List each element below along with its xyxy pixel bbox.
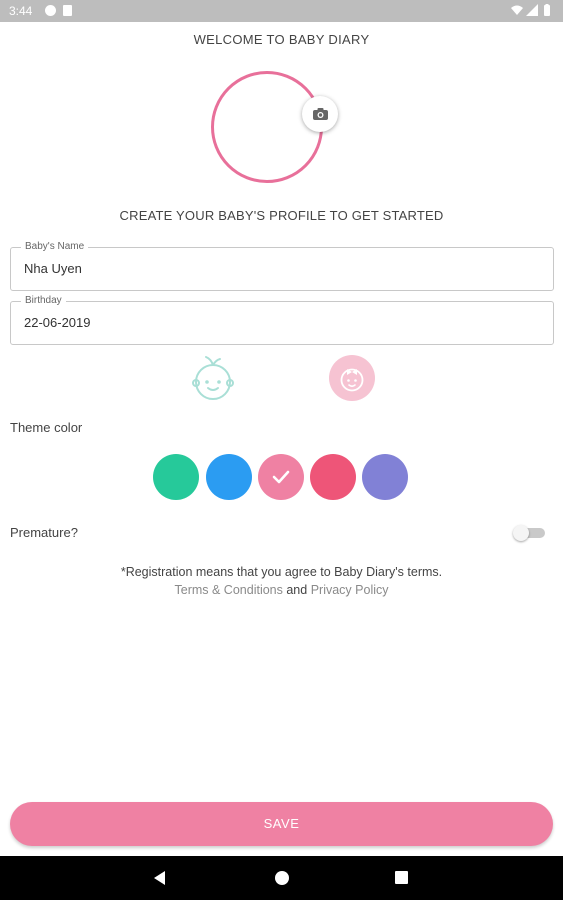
clipboard-icon bbox=[63, 5, 72, 16]
change-photo-button[interactable] bbox=[302, 96, 338, 132]
premature-label: Premature? bbox=[10, 525, 78, 540]
recent-apps-icon[interactable] bbox=[395, 871, 408, 884]
status-time: 3:44 bbox=[9, 4, 33, 18]
toggle-thumb bbox=[513, 525, 529, 541]
birthday-field[interactable]: Birthday 22-06-2019 bbox=[10, 295, 554, 345]
navigation-bar bbox=[0, 856, 563, 900]
baby-profile-screen: 3:44 WELCOME TO BABY DIARY CREATE YOUR B… bbox=[0, 0, 563, 900]
camera-icon bbox=[312, 108, 328, 120]
theme-color-swatch[interactable] bbox=[362, 454, 408, 500]
theme-color-swatch[interactable] bbox=[206, 454, 252, 500]
privacy-policy-link[interactable]: Privacy Policy bbox=[311, 583, 389, 597]
premature-toggle[interactable] bbox=[513, 525, 545, 541]
create-profile-text: CREATE YOUR BABY'S PROFILE TO GET STARTE… bbox=[119, 208, 444, 223]
theme-color-swatch[interactable] bbox=[310, 454, 356, 500]
baby-name-input[interactable]: Nha Uyen bbox=[24, 261, 82, 276]
back-icon[interactable] bbox=[152, 870, 166, 886]
theme-color-label: Theme color bbox=[10, 420, 83, 435]
baby-name-label: Baby's Name bbox=[21, 241, 89, 252]
birthday-input[interactable]: 22-06-2019 bbox=[24, 315, 91, 330]
gender-girl-button[interactable] bbox=[329, 355, 375, 401]
terms-conditions-link[interactable]: Terms & Conditions bbox=[175, 583, 283, 597]
save-button[interactable]: SAVE bbox=[10, 802, 553, 846]
home-icon[interactable] bbox=[275, 871, 289, 885]
terms-and-text: and bbox=[286, 583, 308, 597]
notification-icon bbox=[45, 5, 56, 16]
baby-name-field[interactable]: Baby's Name Nha Uyen bbox=[10, 241, 554, 291]
baby-girl-icon bbox=[340, 368, 364, 392]
gender-boy-button[interactable] bbox=[189, 355, 237, 403]
wifi-signal-battery-icon bbox=[511, 4, 550, 16]
baby-boy-icon bbox=[192, 356, 234, 400]
check-icon bbox=[272, 470, 290, 484]
theme-color-swatch-selected[interactable] bbox=[258, 454, 304, 500]
birthday-label: Birthday bbox=[21, 295, 66, 306]
status-bar: 3:44 bbox=[0, 0, 563, 22]
system-status-icons bbox=[511, 4, 555, 17]
baby-avatar[interactable] bbox=[211, 71, 323, 183]
terms-links: Terms & Conditions and Privacy Policy bbox=[0, 583, 563, 597]
terms-notice: *Registration means that you agree to Ba… bbox=[120, 565, 443, 579]
theme-color-swatch[interactable] bbox=[153, 454, 199, 500]
welcome-title: WELCOME TO BABY DIARY bbox=[193, 32, 370, 47]
